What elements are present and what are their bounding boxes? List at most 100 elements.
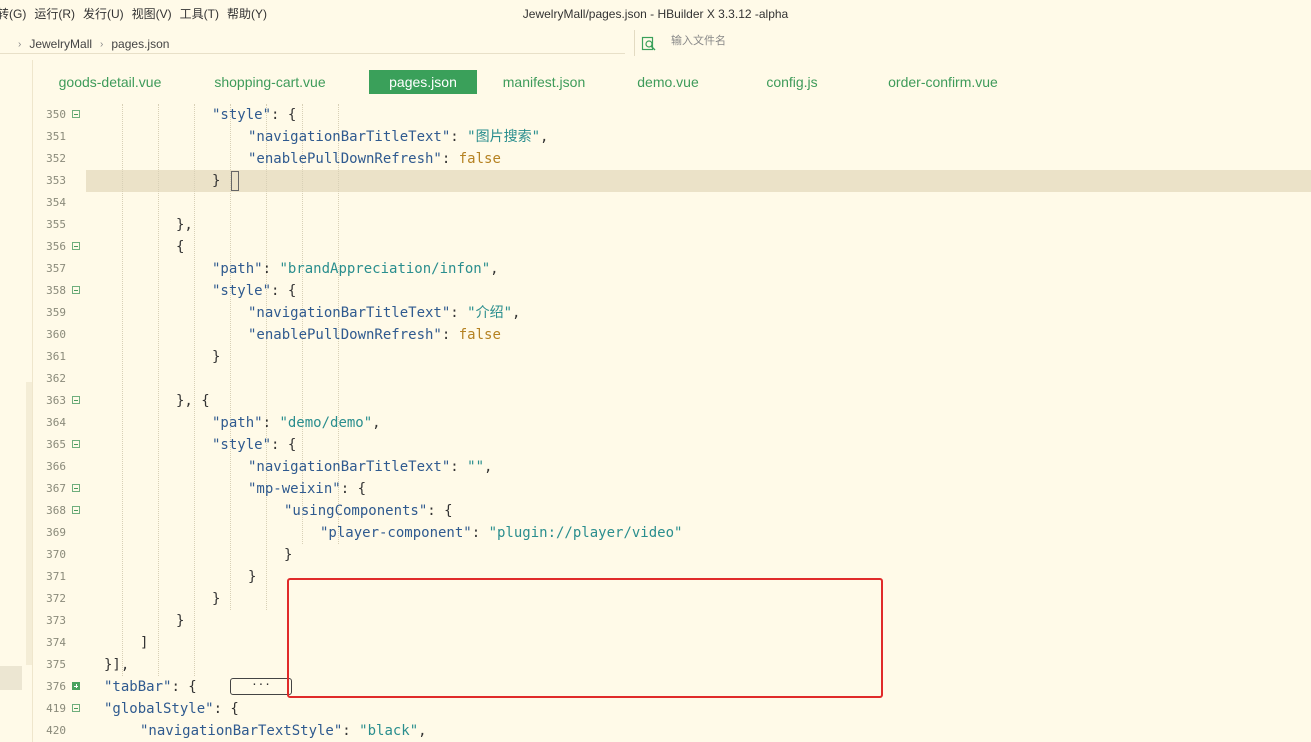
menu-item[interactable]: 转(G): [0, 0, 34, 28]
code-editor[interactable]: 350 "style": {351 "navigationBarTitleText"…: [32, 104, 1311, 742]
json-punctuation: }: [212, 591, 221, 607]
code-line[interactable]: 368 "usingComponents": {: [32, 500, 1311, 522]
code-line[interactable]: 351 "navigationBarTitleText": "图片搜索",: [32, 126, 1311, 148]
code-text: "globalStyle": {: [104, 698, 239, 720]
code-line[interactable]: 359 "navigationBarTitleText": "介绍",: [32, 302, 1311, 324]
code-line[interactable]: 358 "style": {: [32, 280, 1311, 302]
menu-item[interactable]: 运行(R): [34, 0, 83, 28]
code-line[interactable]: 369 "player-component": "plugin://player/…: [32, 522, 1311, 544]
code-line[interactable]: 350 "style": {: [32, 104, 1311, 126]
file-search-icon: [641, 36, 656, 51]
code-line[interactable]: 371}: [32, 566, 1311, 588]
chevron-right-icon: ›: [18, 38, 22, 50]
code-text: "navigationBarTitleText": "图片搜索",: [248, 126, 548, 148]
code-line[interactable]: 370}: [32, 544, 1311, 566]
code-line[interactable]: 361}: [32, 346, 1311, 368]
json-punctuation: ,: [490, 261, 499, 277]
code-text: }: [212, 346, 220, 368]
menu-item[interactable]: 视图(V): [132, 0, 180, 28]
divider: [0, 53, 625, 54]
collapse-fold-icon[interactable]: [72, 484, 80, 492]
json-boolean: false: [458, 327, 501, 343]
code-line[interactable]: 352 "enablePullDownRefresh": false: [32, 148, 1311, 170]
json-string: "介绍": [467, 305, 513, 321]
json-key: "style": [212, 437, 272, 453]
code-line[interactable]: 357 "path": "brandAppreciation/infon",: [32, 258, 1311, 280]
json-punctuation: : {: [427, 503, 453, 519]
collapse-fold-icon[interactable]: [72, 286, 80, 294]
line-number: 368: [46, 504, 66, 517]
line-number: 370: [46, 548, 66, 561]
collapse-fold-icon[interactable]: [72, 396, 80, 404]
tab-demo-vue[interactable]: demo.vue: [628, 70, 708, 94]
line-number: 372: [46, 592, 66, 605]
code-text: }: [248, 566, 256, 588]
code-line[interactable]: 375}],: [32, 654, 1311, 676]
json-string: "brandAppreciation/infon": [279, 261, 491, 277]
collapse-fold-icon[interactable]: [72, 506, 80, 514]
code-text: "mp-weixin": {: [248, 478, 366, 500]
line-number: 364: [46, 416, 66, 429]
tab-goods-detail-vue[interactable]: goods-detail.vue: [44, 70, 176, 94]
json-punctuation: }: [284, 547, 293, 563]
code-line[interactable]: 419 "globalStyle": {: [32, 698, 1311, 720]
line-number: 350: [46, 108, 66, 121]
code-line[interactable]: 356 {: [32, 236, 1311, 258]
line-number: 359: [46, 306, 66, 319]
line-number: 353: [46, 174, 66, 187]
code-line[interactable]: 362: [32, 368, 1311, 390]
tab-pages-json[interactable]: pages.json: [369, 70, 477, 94]
collapse-fold-icon[interactable]: [72, 704, 80, 712]
code-line[interactable]: 373}: [32, 610, 1311, 632]
line-number: 363: [46, 394, 66, 407]
menu-item[interactable]: 帮助(Y): [227, 0, 275, 28]
code-line[interactable]: 367 "mp-weixin": {: [32, 478, 1311, 500]
code-line[interactable]: 420 "navigationBarTextStyle": "black",: [32, 720, 1311, 742]
breadcrumb: › JewelryMall › pages.json: [18, 28, 169, 60]
code-line[interactable]: 353}: [32, 170, 1311, 192]
code-line[interactable]: 366 "navigationBarTitleText": "",: [32, 456, 1311, 478]
menu-item[interactable]: 发行(U): [83, 0, 132, 28]
code-line[interactable]: 376 "tabBar": {: [32, 676, 1311, 698]
json-key: "navigationBarTitleText": [248, 459, 451, 475]
code-text: "usingComponents": {: [284, 500, 453, 522]
tab-order-confirm-vue[interactable]: order-confirm.vue: [875, 70, 1011, 94]
tab-manifest-json[interactable]: manifest.json: [488, 70, 600, 94]
json-punctuation: :: [450, 459, 468, 475]
tab-shopping-cart-vue[interactable]: shopping-cart.vue: [200, 70, 340, 94]
breadcrumb-file[interactable]: pages.json: [111, 37, 169, 51]
tab-config-js[interactable]: config.js: [757, 70, 827, 94]
json-punctuation: ,: [372, 415, 381, 431]
code-line[interactable]: 372}: [32, 588, 1311, 610]
code-text: }: [284, 544, 292, 566]
code-line[interactable]: 365 "style": {: [32, 434, 1311, 456]
collapse-fold-icon[interactable]: [72, 440, 80, 448]
code-text: ]: [140, 632, 148, 654]
file-search-input[interactable]: [669, 34, 973, 48]
collapsed-region-button[interactable]: ···: [230, 678, 292, 695]
code-text: },: [176, 214, 193, 236]
scroll-thumb[interactable]: [0, 666, 22, 690]
code-line[interactable]: 363 }, {: [32, 390, 1311, 412]
collapse-fold-icon[interactable]: [72, 110, 80, 118]
json-key: "globalStyle": [104, 701, 214, 717]
menu-item[interactable]: 工具(T): [180, 0, 227, 28]
code-line[interactable]: 360 "enablePullDownRefresh": false: [32, 324, 1311, 346]
code-line[interactable]: 374]: [32, 632, 1311, 654]
breadcrumb-project[interactable]: JewelryMall: [29, 37, 92, 51]
code-line[interactable]: 355},: [32, 214, 1311, 236]
line-number: 362: [46, 372, 66, 385]
collapse-fold-icon[interactable]: [72, 242, 80, 250]
line-number: 376: [46, 680, 66, 693]
json-string: "black": [359, 723, 419, 739]
code-line[interactable]: 354: [32, 192, 1311, 214]
file-search[interactable]: [634, 30, 1311, 56]
expand-fold-icon[interactable]: [72, 682, 80, 690]
line-number: 354: [46, 196, 66, 209]
code-text: "style": {: [212, 434, 296, 456]
code-line[interactable]: 364 "path": "demo/demo",: [32, 412, 1311, 434]
code-text: "style": {: [212, 280, 296, 302]
json-punctuation: :: [342, 723, 360, 739]
code-text: }, {: [176, 390, 210, 412]
line-number: 369: [46, 526, 66, 539]
